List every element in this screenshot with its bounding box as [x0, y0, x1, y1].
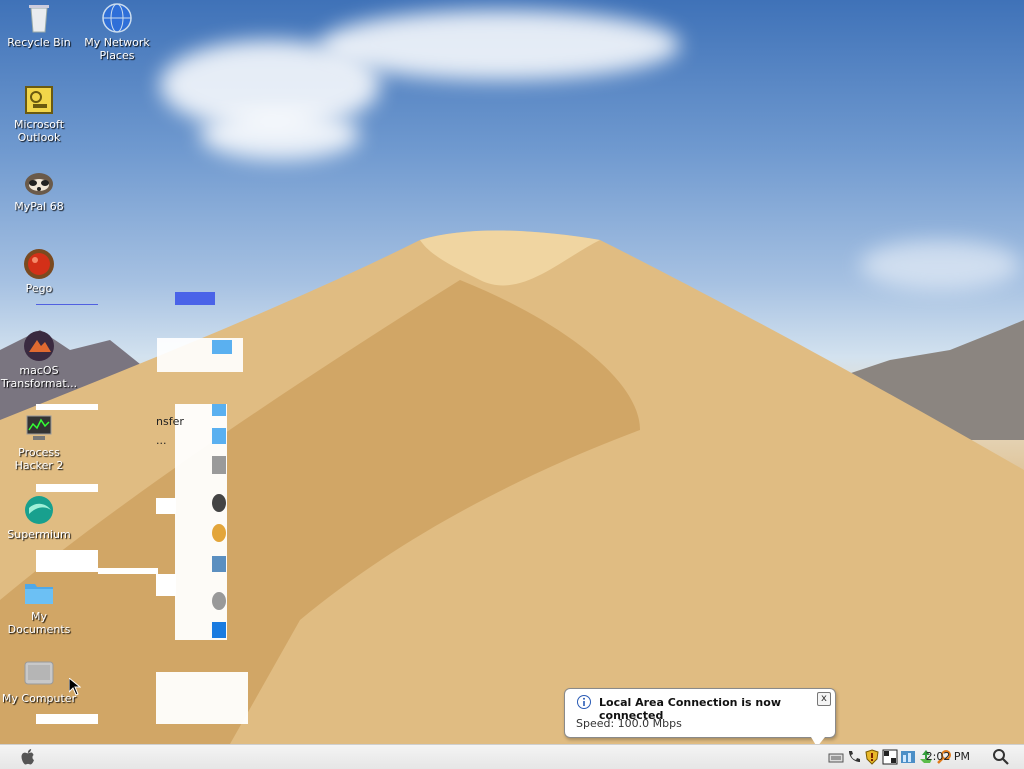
icon-label: Supermium: [7, 528, 71, 541]
ghost-fragment: [98, 568, 158, 574]
mouse-cursor-icon: [69, 678, 81, 696]
desktop-icon-supermium[interactable]: Supermium: [0, 494, 78, 541]
desktop-icon-process-hacker[interactable]: Process Hacker 2: [0, 412, 78, 472]
desktop-icon-my-documents[interactable]: My Documents: [0, 576, 78, 636]
desktop-icon-pego[interactable]: Pego: [0, 248, 78, 295]
supermium-icon: [23, 494, 55, 526]
ghost-palette-icon: [212, 524, 226, 542]
desktop-icon-microsoft-outlook[interactable]: Microsoft Outlook: [0, 84, 78, 144]
icon-label: Process Hacker 2: [14, 446, 64, 472]
ghost-fragment: [36, 404, 98, 410]
ghost-folder-icon: [212, 404, 226, 416]
recycle-bin-icon: [23, 2, 55, 34]
sand-dune: [0, 230, 1024, 744]
ghost-browser-icon: [212, 622, 226, 638]
balloon-tail: [811, 737, 825, 744]
icon-label: Pego: [25, 282, 53, 295]
icon-label: Recycle Bin: [7, 36, 71, 49]
info-icon: [577, 695, 591, 709]
network-globe-icon: [101, 2, 133, 34]
folder-icon: [23, 576, 55, 608]
desktop-icon-my-computer[interactable]: My Computer: [0, 658, 78, 705]
icon-label: MyPal 68: [14, 200, 64, 213]
close-button[interactable]: x: [817, 692, 831, 706]
ghost-folder-icon: [212, 428, 226, 444]
apple-start-icon[interactable]: [18, 748, 38, 766]
ghost-fragment: [36, 714, 98, 724]
desktop-background: nsfer ... Recycle Bin My Network Places …: [0, 0, 1024, 744]
clock[interactable]: 2:02 PM: [926, 750, 970, 763]
outlook-icon: [23, 84, 55, 116]
desktop-icon-macos-transformation[interactable]: macOS Transformat...: [0, 330, 78, 390]
grid-icon[interactable]: [882, 749, 898, 765]
ghost-computer-icon: [212, 556, 226, 572]
network-monitor-icon[interactable]: [900, 749, 916, 765]
icon-label: Microsoft Outlook: [13, 118, 65, 144]
phone-icon[interactable]: [846, 749, 862, 765]
icon-label: My Network Places: [84, 36, 150, 62]
icon-label: My Computer: [1, 692, 77, 705]
icon-label: My Documents: [7, 610, 71, 636]
shield-icon[interactable]: [864, 749, 880, 765]
desktop-icon-recycle-bin[interactable]: Recycle Bin: [0, 2, 78, 49]
macos-transformation-icon: [23, 330, 55, 362]
ghost-fragment: [175, 292, 215, 305]
ghost-help-icon: [212, 592, 226, 610]
ghost-drive-icon: [212, 456, 226, 474]
ghost-fragment: [36, 484, 98, 492]
ghost-transfer-text: nsfer ...: [156, 410, 196, 447]
notification-balloon[interactable]: Local Area Connection is now connected S…: [564, 688, 836, 744]
notification-message: Speed: 100.0 Mbps: [576, 717, 682, 730]
ghost-fragment: [156, 672, 248, 724]
ghost-fragment: [36, 550, 98, 572]
ghost-fragment: [156, 498, 176, 514]
desktop-icon-mypal[interactable]: MyPal 68: [0, 166, 78, 213]
desktop-icon-my-network-places[interactable]: My Network Places: [78, 2, 156, 62]
computer-icon: [23, 658, 55, 690]
icon-label: macOS Transformat...: [0, 364, 78, 390]
pego-red-ball-icon: [23, 248, 55, 280]
search-icon[interactable]: [992, 748, 1010, 766]
keyboard-icon[interactable]: [828, 749, 844, 765]
process-hacker-icon: [23, 412, 55, 444]
mypal-raccoon-icon: [23, 166, 55, 198]
ghost-fragment: [156, 574, 176, 596]
ghost-fragment: [36, 304, 98, 305]
ghost-folder-icon: [212, 340, 232, 354]
ghost-gear-icon: [212, 494, 226, 512]
taskbar: 2:02 PM: [0, 744, 1024, 769]
